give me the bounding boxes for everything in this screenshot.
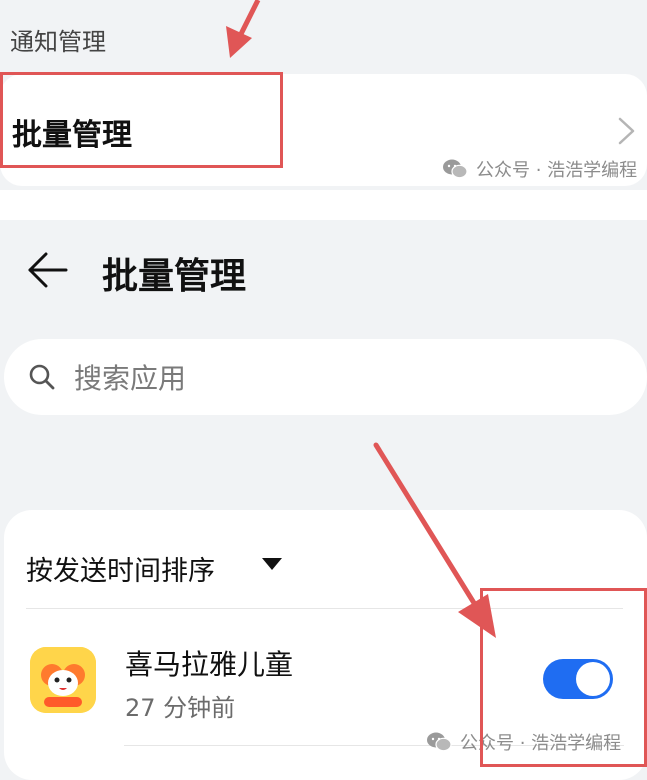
chevron-right-icon (618, 117, 635, 145)
wechat-icon (443, 159, 468, 179)
sort-dropdown[interactable]: 按发送时间排序 (26, 549, 215, 588)
annotation-arrow (226, 0, 261, 58)
app-name: 喜马拉雅儿童 (125, 648, 294, 681)
back-arrow-icon[interactable] (26, 250, 70, 290)
section-title: 通知管理 (10, 28, 106, 56)
annotation-box (0, 72, 283, 168)
app-last-notification-time: 27 分钟前 (125, 694, 236, 722)
watermark-text: 公众号 · 浩浩学编程 (476, 160, 638, 181)
app-icon-ximalaya-kids (30, 647, 96, 713)
caret-down-icon[interactable] (262, 558, 282, 570)
annotation-box (480, 588, 647, 767)
watermark: 公众号 · 浩浩学编程 (442, 156, 637, 182)
screenshot-separator (0, 190, 647, 220)
search-icon (29, 364, 55, 390)
wechat-icon (427, 732, 452, 752)
fox-mascot-icon (30, 647, 96, 713)
search-input[interactable]: 搜索应用 (4, 339, 647, 415)
page-title: 批量管理 (102, 256, 247, 297)
search-placeholder: 搜索应用 (74, 362, 187, 395)
